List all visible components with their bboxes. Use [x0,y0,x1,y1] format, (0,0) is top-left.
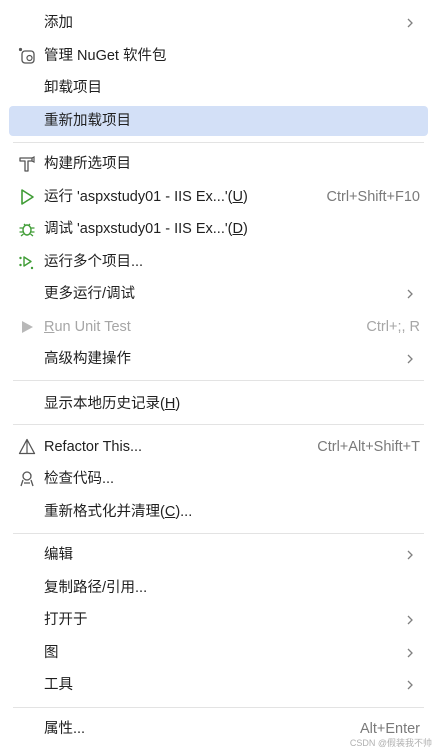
menu-item-open-in[interactable]: 打开于 [9,605,428,635]
run-icon [18,188,36,206]
menu-item-label: 调试 'aspxstudy01 - IIS Ex...'(D) [44,221,248,237]
menu-item-diagram[interactable]: 图 [9,638,428,668]
menu-item-advanced-build[interactable]: 高级构建操作 [9,344,428,374]
context-menu: 添加 管理 NuGet 软件包 卸载项目 重新加载项目 构建所选项目 运行 'a… [0,0,438,753]
watermark: CSDN @假装我不帅 [349,738,432,748]
menu-item-label: 重新加载项目 [44,113,131,129]
menu-item-run[interactable]: 运行 'aspxstudy01 - IIS Ex...'(U) Ctrl+Shi… [9,182,428,212]
menu-item-copy-path[interactable]: 复制路径/引用... [9,573,428,603]
run-multiple-icon [18,253,36,271]
menu-item-manage-nuget[interactable]: 管理 NuGet 软件包 [9,41,428,71]
menu-item-reload-project[interactable]: 重新加载项目 [9,106,428,136]
menu-item-run-unit-test[interactable]: Run Unit Test Ctrl+;, R [9,312,428,342]
chevron-right-icon [407,354,413,364]
nuget-icon [18,47,36,65]
menu-separator [13,424,424,425]
menu-item-shortcut: Ctrl+;, R [366,319,420,335]
menu-item-label: 编辑 [44,547,73,563]
menu-item-label: 图 [44,645,59,661]
menu-item-more-run-debug[interactable]: 更多运行/调试 [9,279,428,309]
menu-item-build-selected[interactable]: 构建所选项目 [9,149,428,179]
menu-item-label: 属性... [44,721,86,737]
chevron-right-icon [407,680,413,690]
menu-item-reformat-cleanup[interactable]: 重新格式化并清理(C)... [9,497,428,527]
menu-item-label: 工具 [44,677,73,693]
menu-item-label: 高级构建操作 [44,351,131,367]
chevron-right-icon [407,289,413,299]
menu-item-label: 管理 NuGet 软件包 [44,48,167,64]
menu-item-label: 运行 'aspxstudy01 - IIS Ex...'(U) [44,189,248,205]
inspect-code-icon [18,470,36,488]
menu-item-label: 卸载项目 [44,80,102,96]
menu-item-shortcut: Ctrl+Alt+Shift+T [317,439,420,455]
menu-item-shortcut: Ctrl+Shift+F10 [326,189,421,205]
menu-item-label: 显示本地历史记录(H) [44,396,181,412]
chevron-right-icon [407,648,413,658]
build-hammer-icon [18,155,36,173]
menu-item-inspect-code[interactable]: 检查代码... [9,464,428,494]
menu-item-label: 复制路径/引用... [44,580,148,596]
menu-separator [13,380,424,381]
menu-item-label: 运行多个项目... [44,254,144,270]
menu-item-tools[interactable]: 工具 [9,670,428,700]
menu-separator [13,533,424,534]
menu-item-label: 重新格式化并清理(C)... [44,504,193,520]
menu-item-refactor-this[interactable]: Refactor This... Ctrl+Alt+Shift+T [9,432,428,462]
menu-item-debug[interactable]: 调试 'aspxstudy01 - IIS Ex...'(D) [9,214,428,244]
refactor-icon [18,438,36,456]
run-unit-test-icon [18,318,36,336]
menu-item-local-history[interactable]: 显示本地历史记录(H) [9,389,428,419]
menu-item-label: Refactor This... [44,439,143,455]
chevron-right-icon [407,18,413,28]
menu-item-add[interactable]: 添加 [9,8,428,38]
menu-separator [13,707,424,708]
menu-item-label: Run Unit Test [44,319,131,335]
debug-bug-icon [18,220,36,238]
menu-separator [13,142,424,143]
menu-item-label: 检查代码... [44,471,115,487]
chevron-right-icon [407,550,413,560]
menu-item-run-multiple[interactable]: 运行多个项目... [9,247,428,277]
menu-item-edit[interactable]: 编辑 [9,540,428,570]
menu-item-unload-project[interactable]: 卸载项目 [9,73,428,103]
chevron-right-icon [407,615,413,625]
menu-item-label: 打开于 [44,612,88,628]
menu-item-label: 构建所选项目 [44,156,131,172]
menu-item-label: 更多运行/调试 [44,286,136,302]
menu-item-label: 添加 [44,15,73,31]
